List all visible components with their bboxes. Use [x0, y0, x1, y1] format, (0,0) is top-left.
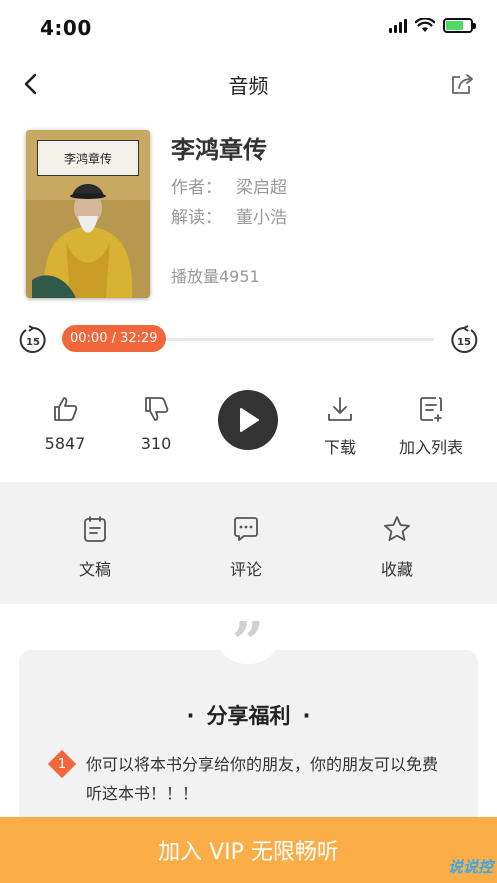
status-time: 4:00 [40, 16, 92, 40]
thumbs-up-icon [54, 397, 78, 421]
thumbs-down-icon [145, 397, 169, 421]
transcript-label: 文稿 [78, 560, 111, 579]
reader-row: 解读： 董小浩 [171, 203, 287, 228]
dislike-count: 310 [140, 434, 172, 453]
transcript-button[interactable]: 文稿 [60, 514, 130, 580]
play-button[interactable] [218, 390, 278, 450]
download-icon [328, 397, 352, 421]
comment-button[interactable]: 评论 [211, 514, 281, 580]
comment-icon [234, 517, 258, 541]
share-heading-text: 分享福利 [206, 704, 291, 728]
favorite-label: 收藏 [380, 560, 413, 579]
like-count: 5847 [44, 434, 86, 453]
document-icon [84, 516, 106, 542]
item-number: 1 [57, 756, 67, 772]
author-name: 梁启超 [236, 178, 287, 198]
rewind-15-icon[interactable]: 15 [18, 325, 48, 355]
dislike-button[interactable]: 310 [130, 394, 182, 453]
status-bar: 4:00 [0, 0, 497, 56]
author-label: 作者： [171, 178, 222, 198]
quote-icon: ” [231, 610, 265, 676]
watermark-logo: 说说控 [447, 858, 493, 876]
book-title: 李鸿章传 [171, 136, 267, 164]
add-to-playlist-button[interactable]: 加入列表 [390, 394, 472, 458]
nav-bar: 音频 [0, 56, 497, 112]
cover-title-label: 李鸿章传 [37, 140, 139, 176]
play-count: 播放量4951 [171, 267, 260, 286]
reader-label: 解读： [171, 208, 222, 228]
secondary-actions: 文稿 评论 收藏 [0, 482, 497, 604]
like-button[interactable]: 5847 [40, 394, 90, 453]
share-description: 你可以将本书分享给你的朋友，你的朋友可以免费听这本书！！！ [86, 755, 439, 803]
star-icon [384, 516, 410, 541]
forward-seconds: 15 [457, 337, 471, 348]
play-icon [240, 408, 259, 432]
author-row: 作者： 梁启超 [171, 173, 287, 198]
progress-time-pill[interactable]: 00:00 / 32:29 [62, 325, 166, 352]
reader-name: 董小浩 [236, 208, 287, 228]
download-button[interactable]: 下载 [314, 394, 366, 458]
playlist-label: 加入列表 [398, 438, 463, 457]
add-list-icon [420, 397, 442, 422]
battery-icon [443, 18, 476, 33]
status-icons [389, 18, 476, 33]
share-icon[interactable] [449, 70, 477, 98]
wifi-icon [415, 18, 435, 32]
favorite-button[interactable]: 收藏 [362, 514, 432, 580]
rewind-seconds: 15 [26, 337, 40, 348]
comment-label: 评论 [229, 560, 262, 579]
forward-15-icon[interactable]: 15 [449, 325, 479, 355]
book-cover: 李鸿章传 [26, 130, 150, 298]
signal-icon [389, 18, 407, 33]
share-heading: · 分享福利 · [186, 704, 311, 728]
join-vip-button[interactable]: 加入 VIP 无限畅听 [0, 817, 497, 883]
page-title: 音频 [228, 74, 269, 98]
vip-button-label: 加入 VIP 无限畅听 [158, 840, 339, 865]
download-label: 下载 [323, 438, 356, 457]
